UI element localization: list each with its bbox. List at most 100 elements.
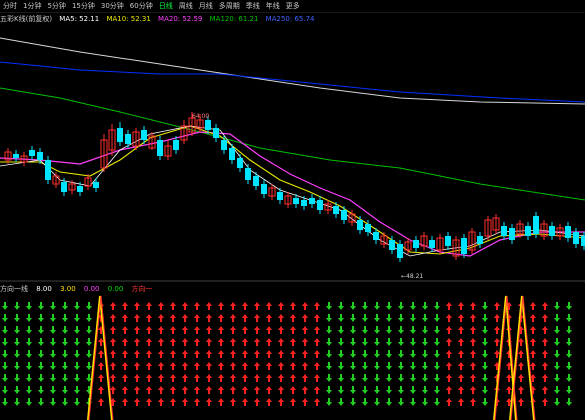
arrow-up-icon (302, 374, 308, 382)
arrow-up-icon (518, 386, 524, 394)
arrow-down-icon (74, 398, 80, 406)
arrow-up-icon (458, 350, 464, 358)
arrow-up-icon (146, 302, 152, 310)
arrow-up-icon (134, 362, 140, 370)
arrow-up-icon (182, 386, 188, 394)
arrow-up-icon (518, 398, 524, 406)
arrow-up-icon (218, 362, 224, 370)
arrow-down-icon (374, 302, 380, 310)
arrow-up-icon (98, 386, 104, 394)
arrow-up-icon (230, 386, 236, 394)
arrow-up-icon (266, 374, 272, 382)
arrow-up-icon (446, 386, 452, 394)
arrow-up-icon (134, 350, 140, 358)
arrow-down-icon (338, 362, 344, 370)
arrow-up-icon (158, 374, 164, 382)
arrow-down-icon (350, 398, 356, 406)
arrow-down-icon (50, 398, 56, 406)
arrow-up-icon (134, 374, 140, 382)
arrow-down-icon (374, 374, 380, 382)
arrow-up-icon (242, 374, 248, 382)
arrow-down-icon (326, 350, 332, 358)
candle-body (333, 206, 339, 214)
arrow-up-icon (278, 362, 284, 370)
arrow-down-icon (14, 326, 20, 334)
candle-body (533, 216, 539, 234)
candle-body (357, 220, 363, 230)
arrow-down-icon (422, 302, 428, 310)
arrow-down-icon (386, 338, 392, 346)
arrow-up-icon (182, 338, 188, 346)
arrow-up-icon (206, 326, 212, 334)
candle-body (213, 128, 219, 138)
arrow-up-icon (470, 374, 476, 382)
arrow-down-icon (386, 314, 392, 322)
arrow-up-icon (122, 338, 128, 346)
arrow-down-icon (14, 362, 20, 370)
arrow-up-icon (242, 350, 248, 358)
arrow-up-icon (206, 338, 212, 346)
price-chart[interactable]: 64.00 ←48.21 (0, 0, 585, 420)
arrow-down-icon (362, 302, 368, 310)
arrow-up-icon (230, 374, 236, 382)
candle-body (37, 152, 43, 160)
arrow-up-icon (542, 386, 548, 394)
arrow-down-icon (410, 398, 416, 406)
arrow-down-icon (62, 314, 68, 322)
candle-body (581, 236, 585, 246)
arrow-up-icon (110, 338, 116, 346)
candle-body (125, 134, 131, 144)
arrow-down-icon (362, 350, 368, 358)
arrow-up-icon (302, 338, 308, 346)
arrow-up-icon (446, 398, 452, 406)
arrow-up-icon (230, 326, 236, 334)
arrow-down-icon (38, 338, 44, 346)
arrow-up-icon (206, 374, 212, 382)
arrow-up-icon (530, 326, 536, 334)
arrow-down-icon (566, 350, 572, 358)
arrow-up-icon (530, 350, 536, 358)
arrow-down-icon (554, 398, 560, 406)
candle-body (237, 158, 243, 168)
arrow-down-icon (374, 398, 380, 406)
arrow-up-icon (182, 350, 188, 358)
arrow-up-icon (266, 338, 272, 346)
arrow-up-icon (98, 398, 104, 406)
candle-body (77, 186, 83, 192)
arrow-up-icon (446, 302, 452, 310)
arrow-down-icon (434, 326, 440, 334)
arrow-down-icon (554, 362, 560, 370)
arrow-up-icon (458, 386, 464, 394)
arrow-down-icon (350, 338, 356, 346)
arrow-down-icon (26, 326, 32, 334)
arrow-up-icon (110, 350, 116, 358)
arrow-down-icon (434, 314, 440, 322)
arrow-down-icon (326, 386, 332, 394)
arrow-down-icon (566, 398, 572, 406)
arrow-down-icon (482, 398, 488, 406)
arrow-down-icon (374, 362, 380, 370)
ma120-line (0, 61, 585, 103)
arrow-down-icon (62, 398, 68, 406)
arrow-down-icon (338, 374, 344, 382)
candle-body (229, 148, 235, 160)
arrow-up-icon (242, 314, 248, 322)
arrow-down-icon (482, 350, 488, 358)
candle-body (373, 232, 379, 240)
arrow-down-icon (14, 338, 20, 346)
arrow-up-icon (542, 374, 548, 382)
arrow-down-icon (38, 326, 44, 334)
arrow-up-icon (218, 302, 224, 310)
arrow-up-icon (218, 350, 224, 358)
arrow-down-icon (386, 386, 392, 394)
arrow-up-icon (278, 398, 284, 406)
arrow-up-icon (230, 338, 236, 346)
arrow-down-icon (554, 374, 560, 382)
arrow-up-icon (458, 374, 464, 382)
indicator-title: 方向一线 (0, 285, 28, 293)
arrow-down-icon (86, 338, 92, 346)
arrow-up-icon (194, 314, 200, 322)
arrow-down-icon (374, 314, 380, 322)
arrow-down-icon (26, 302, 32, 310)
indicator-v1: 8.00 (36, 285, 52, 293)
